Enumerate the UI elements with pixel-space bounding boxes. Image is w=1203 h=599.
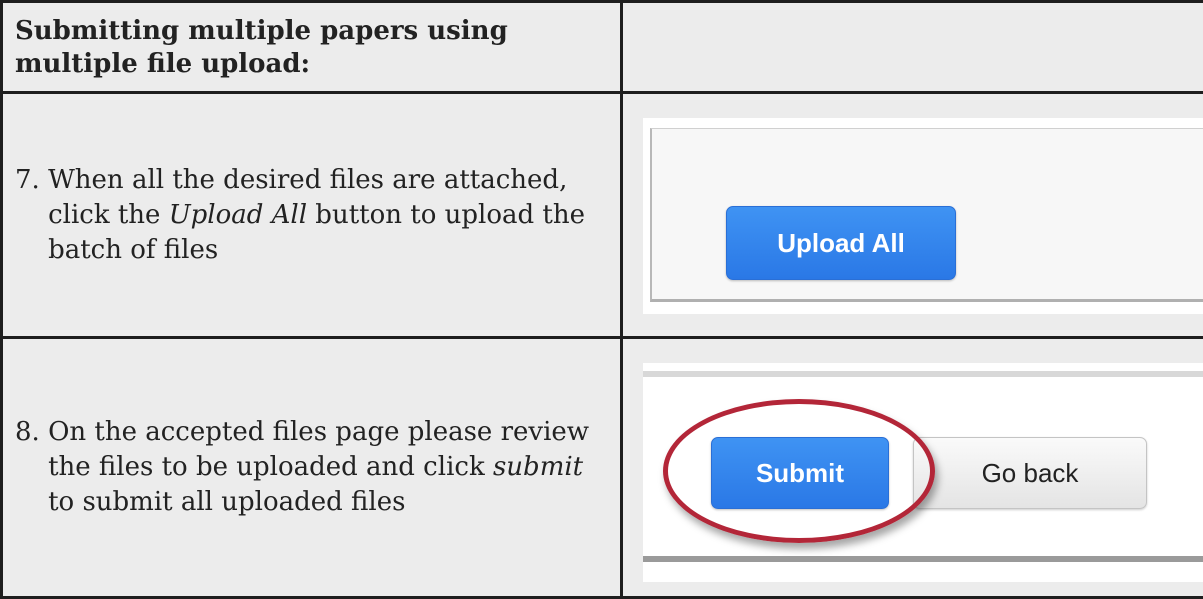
section-heading: Submitting multiple papers using multipl…: [3, 3, 620, 91]
step-8-number: 8.: [15, 415, 48, 520]
step-8-emphasis: submit: [493, 452, 583, 482]
step-7-text: When all the desired files are attached,…: [48, 163, 610, 268]
step-7-emphasis: Upload All: [169, 200, 307, 230]
step-8-instruction: 8. On the accepted files page please rev…: [3, 415, 620, 520]
header-row: Submitting multiple papers using multipl…: [2, 2, 1203, 93]
divider-top: [643, 371, 1203, 377]
go-back-button[interactable]: Go back: [913, 437, 1147, 509]
step-8-image-cell: Submit Go back: [622, 338, 1203, 598]
step-8-text-cell: 8. On the accepted files page please rev…: [2, 338, 622, 598]
upload-all-screenshot: Upload All: [643, 118, 1203, 314]
upload-all-button[interactable]: Upload All: [726, 206, 956, 280]
step-8-text: On the accepted files page please review…: [48, 415, 610, 520]
header-cell: Submitting multiple papers using multipl…: [2, 2, 622, 93]
step-8-text-after: to submit all uploaded files: [48, 487, 405, 517]
step-row-8: 8. On the accepted files page please rev…: [2, 338, 1203, 598]
step-row-7: 7. When all the desired files are attach…: [2, 93, 1203, 338]
instructions-table: Submitting multiple papers using multipl…: [0, 0, 1203, 599]
divider-bottom: [643, 556, 1203, 562]
header-empty-cell: [622, 2, 1203, 93]
step-7-text-cell: 7. When all the desired files are attach…: [2, 93, 622, 338]
step-7-image-cell: Upload All: [622, 93, 1203, 338]
upload-panel: Upload All: [650, 128, 1203, 302]
step-7-instruction: 7. When all the desired files are attach…: [3, 163, 620, 268]
submit-screenshot: Submit Go back: [643, 363, 1203, 582]
highlight-circle: [663, 399, 935, 543]
step-7-number: 7.: [15, 163, 48, 268]
